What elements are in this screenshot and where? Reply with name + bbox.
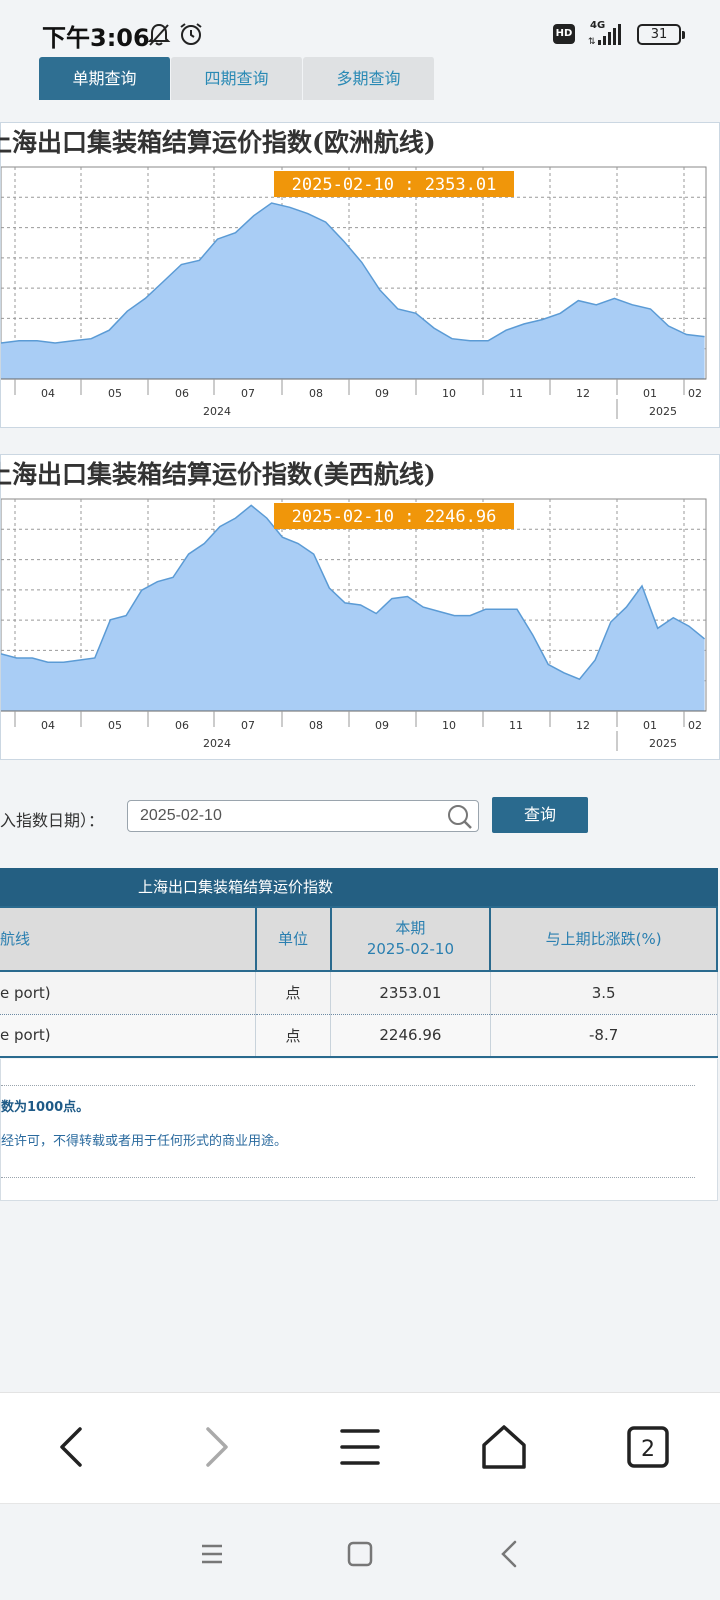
chart-panel-us-west: 上海出口集装箱结算运价指数(美西航线) 04 05 06 07 08 09 10 11 12 01… <box>0 454 720 760</box>
hd-badge: HD <box>553 24 575 44</box>
alarm-clock-icon <box>180 23 202 45</box>
tab-count: 2 <box>641 1437 655 1462</box>
header-current-label: 本期 <box>395 919 426 937</box>
x-tick-label: 08 <box>309 387 323 400</box>
divider <box>1 1085 695 1086</box>
table-title-bar: 上海出口集装箱结算运价指数 <box>0 868 718 906</box>
browser-nav-bar: 2 <box>0 1392 720 1503</box>
status-bar: 下午3:06 HD 4G ⇅ 31 <box>0 0 720 56</box>
index-table: 航线 单位 本期 2025-02-10 与上期比涨跌(%) e port) 点 … <box>0 906 718 1058</box>
menu-icon[interactable] <box>328 1415 392 1479</box>
query-date-label: 入指数日期）： <box>0 811 105 830</box>
table-title: 上海出口集装箱结算运价指数 <box>138 878 334 896</box>
x-tick-label: 06 <box>175 719 189 732</box>
chart-us-west: 04 05 06 07 08 09 10 11 12 01 02 2024 2025 2025-02-10… <box>1 498 707 751</box>
home-icon[interactable] <box>472 1415 536 1479</box>
page: 下午3:06 HD 4G ⇅ 31 单期查询 四期查询 多期查询 上海出口集装箱… <box>0 0 720 1600</box>
year-label: 2024 <box>203 737 231 750</box>
cell-route: e port) <box>0 1014 257 1058</box>
header-current: 本期 2025-02-10 <box>330 906 492 972</box>
x-tick-label: 09 <box>375 387 389 400</box>
header-unit: 单位 <box>255 906 332 972</box>
tab-multi-period[interactable]: 多期查询 <box>303 57 435 100</box>
header-route: 航线 <box>0 906 257 972</box>
x-tick-label: 07 <box>241 719 255 732</box>
x-tick-label: 02 <box>688 387 702 400</box>
cell-value: 2353.01 <box>330 971 491 1015</box>
chart-panel-europe: 上海出口集装箱结算运价指数(欧洲航线) 04 05 06 07 08 09 10 11 12 01… <box>0 122 720 428</box>
x-tick-label: 05 <box>108 387 122 400</box>
chart-europe: 04 05 06 07 08 09 10 11 12 01 02 2024 2025 2025-02-10… <box>1 166 707 419</box>
x-tick-label: 10 <box>442 719 456 732</box>
x-tick-label: 06 <box>175 387 189 400</box>
signal-icon: ⇅ <box>588 24 621 46</box>
x-tick-label: 01 <box>643 719 657 732</box>
note-base-point: 数为1000点。 <box>1 1100 90 1115</box>
x-tick-label: 02 <box>688 719 702 732</box>
x-tick-label: 09 <box>375 719 389 732</box>
x-tick-label: 04 <box>41 387 55 400</box>
x-tick-label: 11 <box>509 719 523 732</box>
mute-bell-icon <box>147 23 171 46</box>
header-current-date: 2025-02-10 <box>366 940 454 958</box>
cell-value: 2246.96 <box>330 1014 491 1058</box>
x-tick-label: 05 <box>108 719 122 732</box>
status-time: 下午3:06 <box>42 24 150 52</box>
search-icon[interactable] <box>445 802 475 832</box>
table-row: e port) 点 2353.01 3.5 <box>0 971 718 1015</box>
cell-change: -8.7 <box>490 1014 718 1058</box>
x-tick-label: 07 <box>241 387 255 400</box>
battery-indicator: 31 <box>637 24 685 45</box>
tabs-count-icon[interactable]: 2 <box>616 1415 680 1479</box>
system-nav-bar <box>0 1503 720 1600</box>
x-tick-label: 04 <box>41 719 55 732</box>
cell-unit: 点 <box>255 1014 331 1058</box>
back-icon[interactable] <box>40 1415 104 1479</box>
query-tabs: 单期查询 四期查询 多期查询 <box>39 57 435 100</box>
tooltip-text: 2025-02-10 : 2246.96 <box>292 507 497 527</box>
cell-route: e port) <box>0 971 257 1015</box>
x-tick-label: 08 <box>309 719 323 732</box>
x-tick-label: 01 <box>643 387 657 400</box>
recent-apps-icon[interactable] <box>192 1534 232 1574</box>
x-tick-label: 12 <box>576 387 590 400</box>
cell-unit: 点 <box>255 971 331 1015</box>
table-header-row: 航线 单位 本期 2025-02-10 与上期比涨跌(%) <box>0 906 718 972</box>
year-label: 2025 <box>649 737 677 750</box>
system-home-icon[interactable] <box>340 1534 380 1574</box>
tab-four-period[interactable]: 四期查询 <box>171 57 303 100</box>
system-back-icon[interactable] <box>490 1534 530 1574</box>
tooltip-text: 2025-02-10 : 2353.01 <box>292 175 497 195</box>
query-button[interactable]: 查询 <box>492 797 588 833</box>
x-tick-label: 12 <box>576 719 590 732</box>
cell-change: 3.5 <box>490 971 718 1015</box>
x-tick-label: 10 <box>442 387 456 400</box>
notes-box: 数为1000点。 经许可，不得转载或者用于任何形式的商业用途。 <box>0 1059 718 1201</box>
x-tick-label: 11 <box>509 387 523 400</box>
header-change: 与上期比涨跌(%) <box>490 906 718 972</box>
svg-text:⇅: ⇅ <box>588 37 596 46</box>
tab-single-period[interactable]: 单期查询 <box>39 57 171 100</box>
note-copyright: 经许可，不得转载或者用于任何形式的商业用途。 <box>1 1134 288 1149</box>
year-label: 2024 <box>203 405 231 418</box>
forward-icon[interactable] <box>184 1415 248 1479</box>
divider <box>1 1177 695 1178</box>
date-input[interactable]: 2025-02-10 <box>127 800 479 832</box>
year-label: 2025 <box>649 405 677 418</box>
table-row: e port) 点 2246.96 -8.7 <box>0 1014 718 1058</box>
